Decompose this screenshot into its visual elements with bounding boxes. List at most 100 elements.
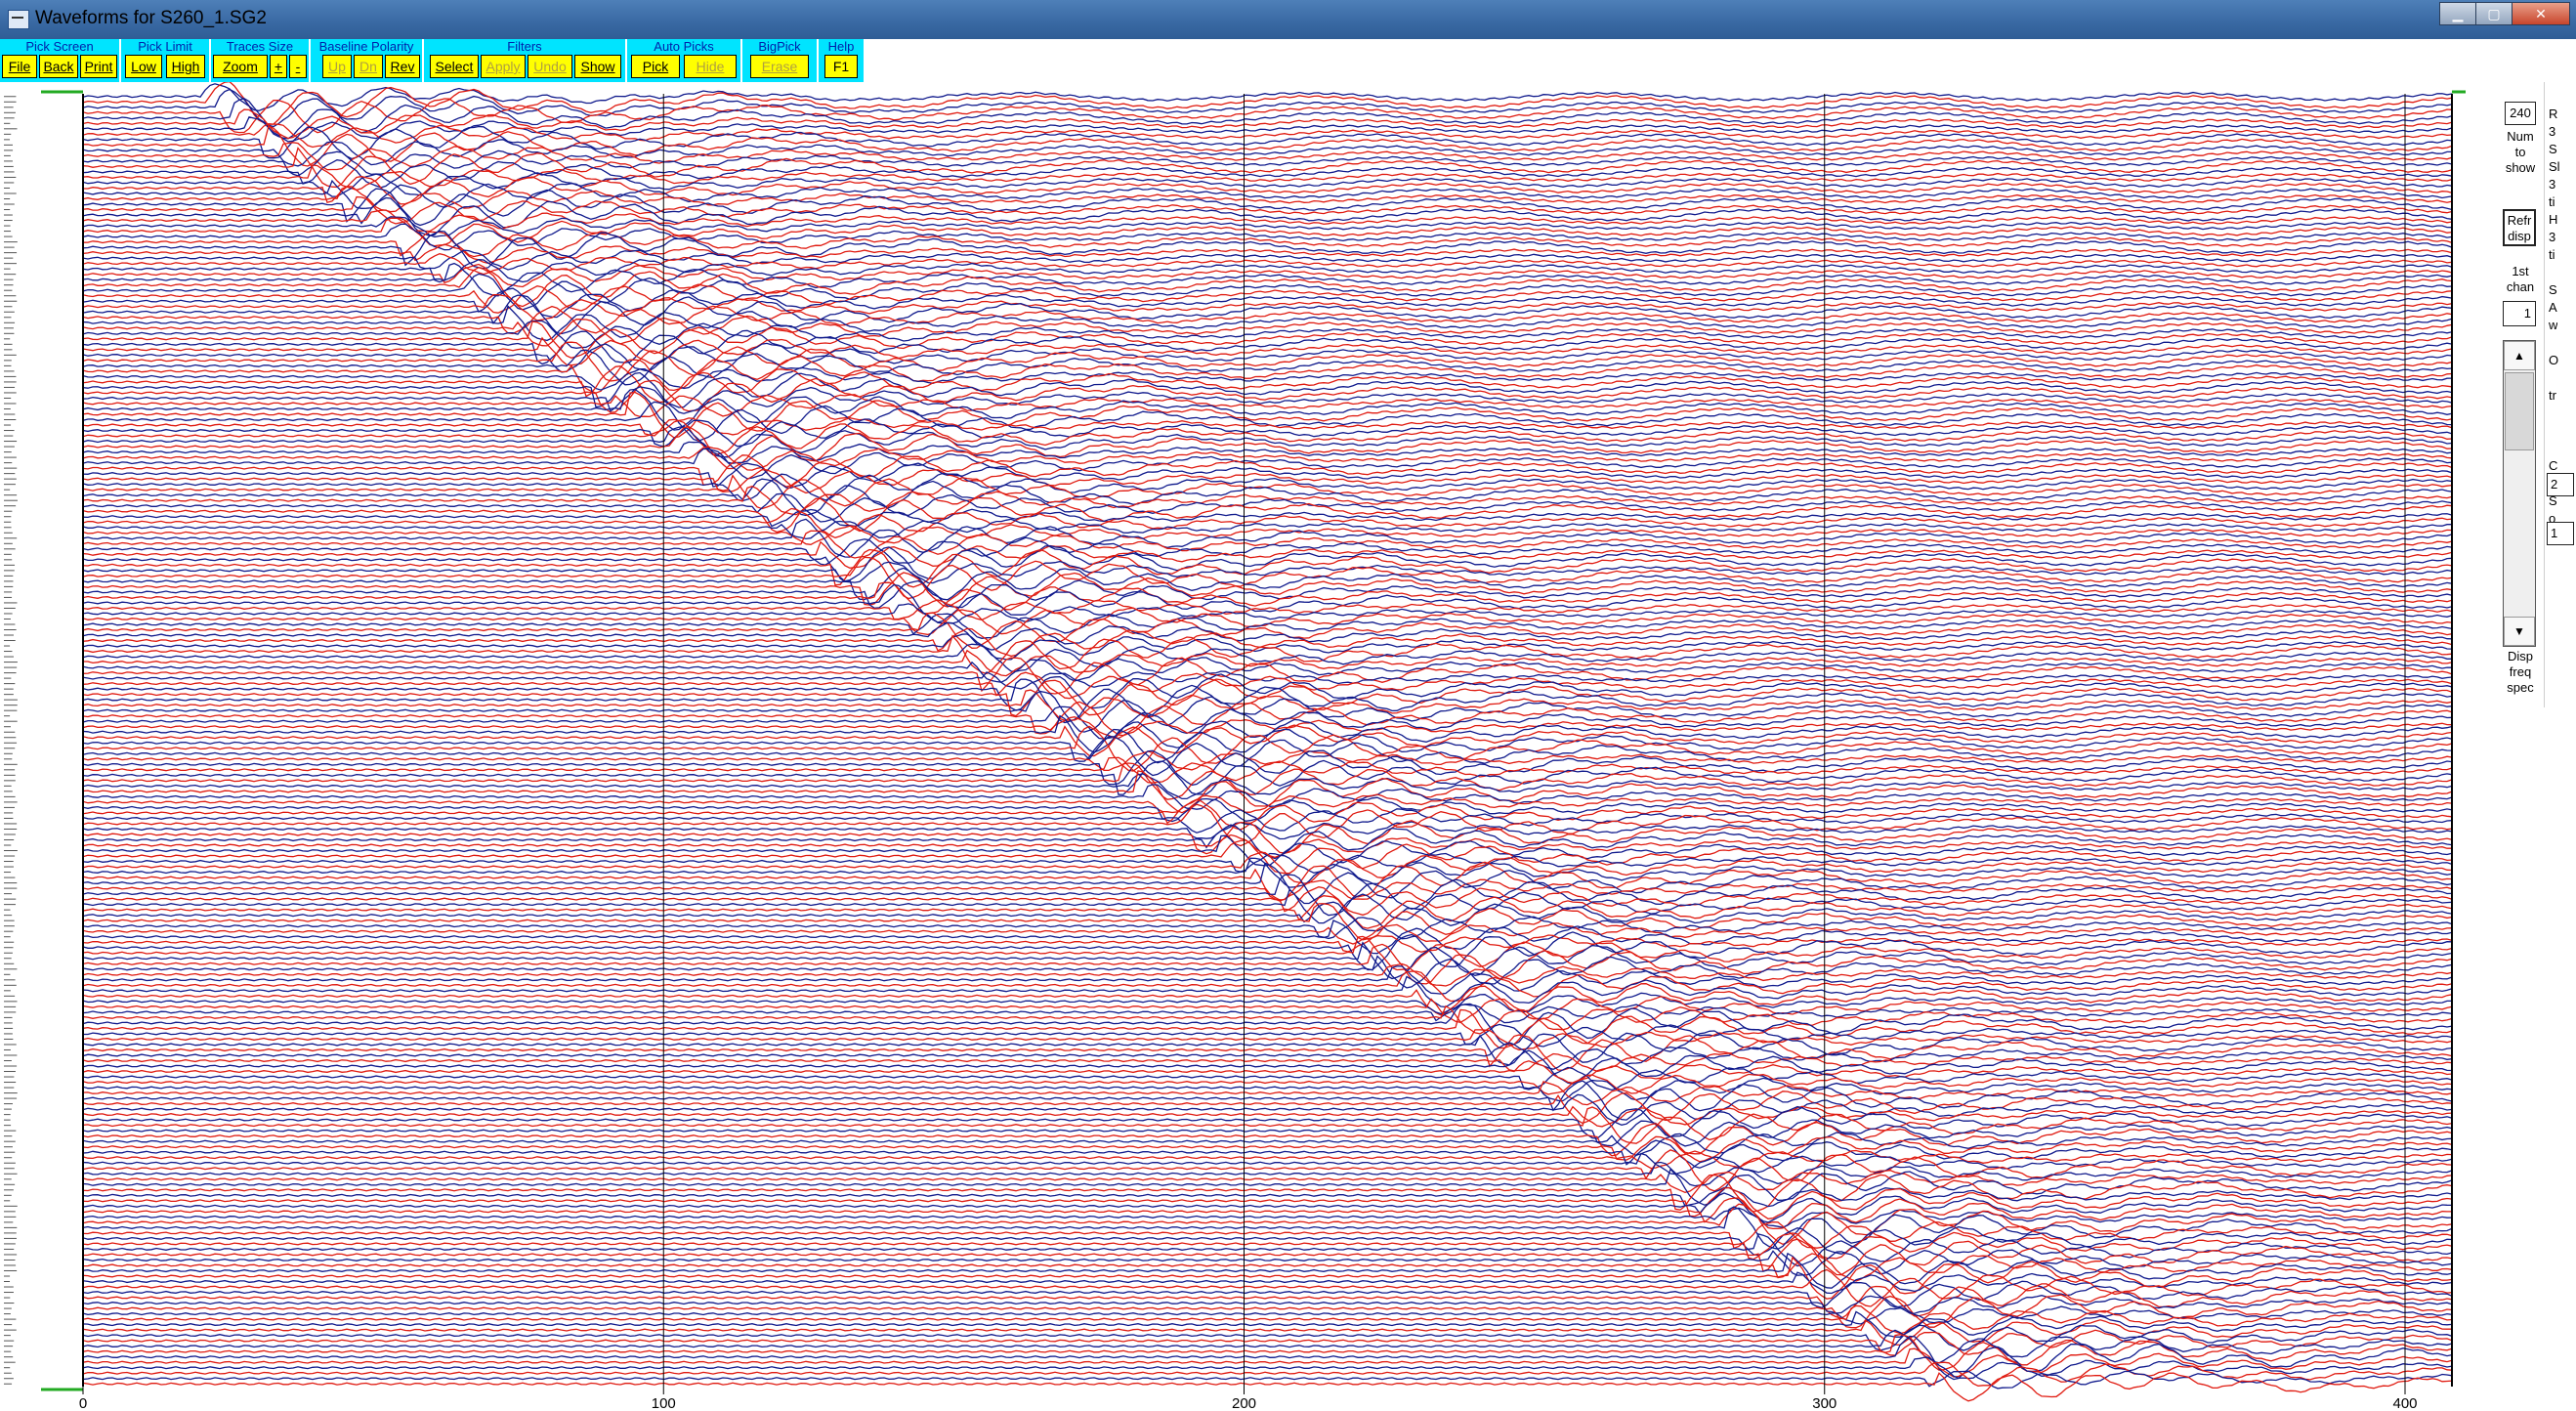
filter-undo-button[interactable]: Undo bbox=[528, 55, 572, 78]
size-plus-button[interactable]: + bbox=[270, 55, 287, 78]
baseline-up-button[interactable]: Up bbox=[322, 55, 352, 78]
group-label: Pick Limit bbox=[138, 39, 192, 54]
trace-line bbox=[82, 1225, 2453, 1257]
trace-line bbox=[82, 1334, 2453, 1371]
group-filters: Filters Select Apply Undo Show bbox=[424, 39, 625, 82]
group-label: Baseline Polarity bbox=[318, 39, 414, 54]
clipped-label: 3 bbox=[2549, 177, 2556, 192]
print-button[interactable]: Print bbox=[80, 55, 117, 78]
refresh-display-button[interactable]: Refr disp bbox=[2503, 209, 2536, 246]
toolbar: Pick Screen File Back Print Pick Limit L… bbox=[0, 39, 2576, 82]
group-baseline-polarity: Baseline Polarity Up Dn Rev bbox=[311, 39, 422, 82]
clipped-label: Sl bbox=[2549, 159, 2560, 174]
scroll-down-icon[interactable]: ▼ bbox=[2504, 617, 2535, 646]
trace-line bbox=[82, 1370, 2453, 1390]
label-line: spec bbox=[2507, 680, 2534, 695]
clipped-label: ti bbox=[2549, 247, 2555, 262]
x-tick-label: 400 bbox=[2392, 1395, 2417, 1411]
close-icon[interactable]: ✕ bbox=[2512, 2, 2570, 25]
scroll-thumb[interactable] bbox=[2505, 372, 2534, 450]
group-pick-screen: Pick Screen File Back Print bbox=[0, 39, 119, 82]
trace-line bbox=[82, 293, 2453, 321]
trace-line bbox=[82, 315, 2453, 347]
help-f1-button[interactable]: F1 bbox=[824, 55, 858, 78]
trace-line bbox=[82, 1361, 2453, 1387]
label-line: Num bbox=[2507, 129, 2534, 144]
clipped-input-2[interactable]: 1 bbox=[2547, 522, 2574, 545]
clipped-label: C bbox=[2549, 458, 2558, 473]
waveform-canvas[interactable]: 0 100 200 300 400 bbox=[0, 82, 2481, 1411]
group-label: Traces Size bbox=[226, 39, 294, 54]
left-trace-strip bbox=[4, 96, 18, 1385]
label-line: chan bbox=[2506, 279, 2535, 294]
trace-line bbox=[82, 1152, 2453, 1176]
group-auto-picks: Auto Picks Pick Hide bbox=[627, 39, 740, 82]
clipped-label: ti bbox=[2549, 194, 2555, 209]
group-pick-limit: Pick Limit Low High bbox=[121, 39, 209, 82]
trace-line bbox=[82, 249, 2453, 271]
trace-line bbox=[82, 1080, 2453, 1121]
clipped-options-column: R 3 S Sl 3 ti H 3 ti S Aw Otr C So 2 1 bbox=[2544, 82, 2576, 707]
scroll-up-icon[interactable]: ▲ bbox=[2504, 341, 2535, 370]
clipped-input-1[interactable]: 2 bbox=[2547, 473, 2574, 496]
low-button[interactable]: Low bbox=[125, 55, 162, 78]
label-line: Disp bbox=[2507, 649, 2533, 663]
trace-line bbox=[82, 1310, 2453, 1338]
first-chan-input[interactable]: 1 bbox=[2503, 301, 2536, 326]
zoom-button[interactable]: Zoom bbox=[213, 55, 268, 78]
auto-pick-button[interactable]: Pick bbox=[631, 55, 680, 78]
label-line: 1st bbox=[2512, 264, 2529, 278]
label-line: to bbox=[2514, 145, 2526, 159]
label-line: freq bbox=[2509, 664, 2532, 679]
reverse-polarity-button[interactable]: Rev bbox=[385, 55, 420, 78]
clipped-label: S bbox=[2549, 142, 2557, 156]
trace-line bbox=[82, 1372, 2453, 1402]
app-icon bbox=[8, 10, 29, 29]
waveform-plot[interactable]: 0 100 200 300 400 bbox=[0, 82, 2481, 1411]
minimize-icon[interactable]: ▁ bbox=[2439, 2, 2476, 25]
right-control-panel: 240 Num to show Refr disp 1st chan 1 ▲ ▼… bbox=[2481, 82, 2576, 1411]
clipped-label: R bbox=[2549, 107, 2558, 121]
clipped-label: H bbox=[2549, 212, 2558, 227]
back-button[interactable]: Back bbox=[39, 55, 78, 78]
filter-apply-button[interactable]: Apply bbox=[481, 55, 526, 78]
window-controls: ▁ ▢ ✕ bbox=[2439, 2, 2570, 25]
trace-line bbox=[82, 1081, 2453, 1106]
trace-line bbox=[82, 861, 2453, 901]
trace-line bbox=[82, 1186, 2453, 1219]
trace-line bbox=[82, 417, 2453, 436]
size-minus-button[interactable]: - bbox=[289, 55, 307, 78]
auto-hide-button[interactable]: Hide bbox=[684, 55, 737, 78]
label-line: Refr bbox=[2507, 213, 2532, 228]
channel-scrollbar[interactable]: ▲ ▼ bbox=[2503, 340, 2536, 647]
bigpick-erase-button[interactable]: Erase bbox=[750, 55, 809, 78]
trace-line bbox=[82, 321, 2453, 359]
trace-line bbox=[82, 820, 2453, 855]
x-tick-label: 100 bbox=[652, 1395, 676, 1411]
clipped-label: 3 bbox=[2549, 124, 2556, 139]
filter-show-button[interactable]: Show bbox=[574, 55, 621, 78]
num-to-show-input[interactable]: 240 bbox=[2505, 102, 2536, 125]
clipped-label: O bbox=[2549, 353, 2559, 367]
clipped-label: A bbox=[2549, 300, 2557, 315]
group-label: Filters bbox=[507, 39, 542, 54]
baseline-down-button[interactable]: Dn bbox=[354, 55, 383, 78]
trace-line bbox=[82, 305, 2453, 335]
title-bar: Waveforms for S260_1.SG2 ▁ ▢ ✕ bbox=[0, 0, 2576, 39]
label-line: disp bbox=[2508, 229, 2531, 243]
filter-select-button[interactable]: Select bbox=[430, 55, 479, 78]
trace-line bbox=[82, 536, 2453, 566]
file-button[interactable]: File bbox=[2, 55, 37, 78]
clipped-label: S bbox=[2549, 282, 2557, 297]
trace-line bbox=[82, 486, 2453, 516]
maximize-icon[interactable]: ▢ bbox=[2475, 2, 2513, 25]
trace-line bbox=[82, 962, 2453, 987]
disp-freq-spec-button[interactable]: Disp freq spec bbox=[2499, 649, 2542, 696]
high-button[interactable]: High bbox=[166, 55, 205, 78]
trace-line bbox=[82, 209, 2453, 233]
group-label: Auto Picks bbox=[654, 39, 714, 54]
trace-line bbox=[82, 1294, 2453, 1329]
first-chan-label: 1st chan bbox=[2499, 264, 2542, 295]
group-label: Pick Screen bbox=[25, 39, 94, 54]
trace-line bbox=[82, 1197, 2452, 1230]
